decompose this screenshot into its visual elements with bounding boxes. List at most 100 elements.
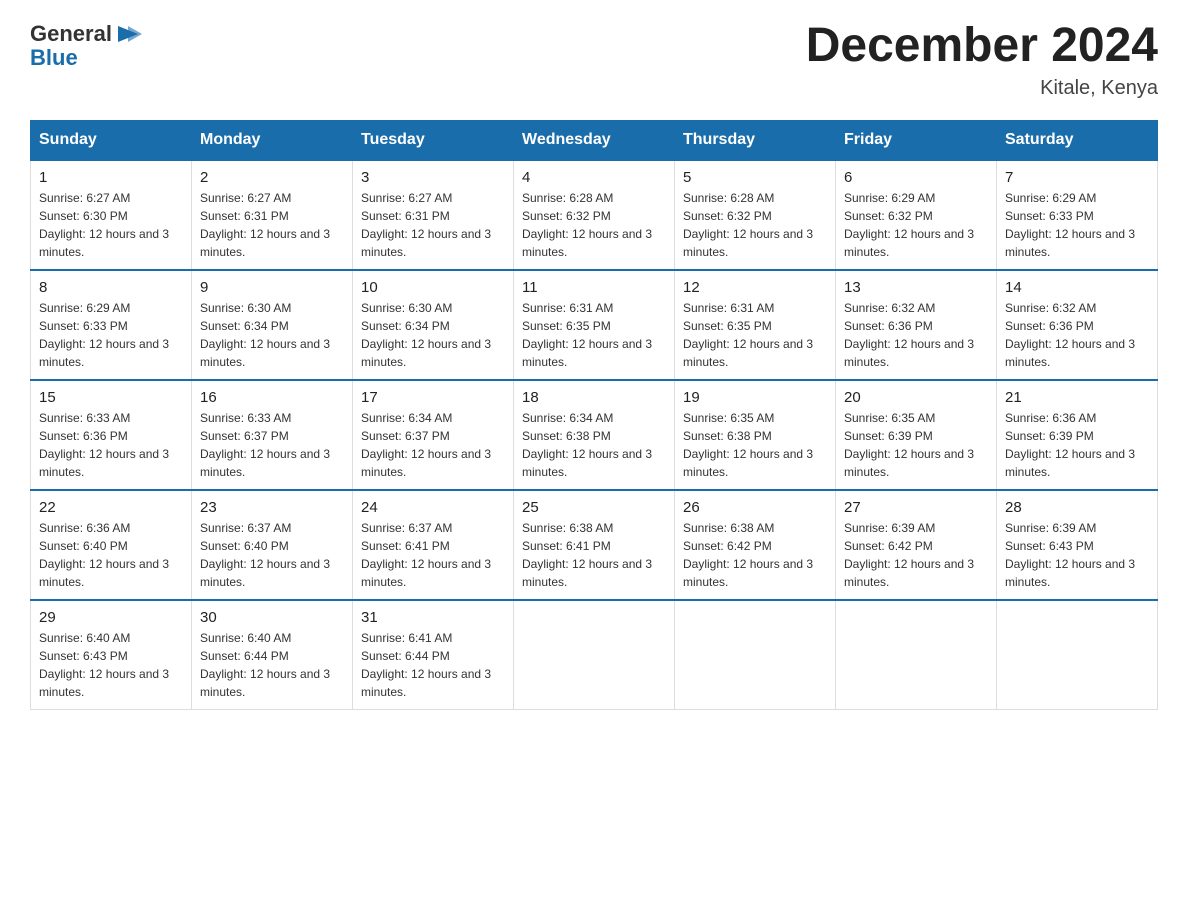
day-info: Sunrise: 6:39 AMSunset: 6:42 PMDaylight:… bbox=[844, 521, 974, 589]
calendar-cell bbox=[997, 600, 1158, 710]
weekday-header-wednesday: Wednesday bbox=[514, 120, 675, 160]
day-info: Sunrise: 6:40 AMSunset: 6:44 PMDaylight:… bbox=[200, 631, 330, 699]
calendar-month-year: December 2024 bbox=[806, 20, 1158, 73]
day-number: 27 bbox=[844, 499, 988, 516]
day-number: 24 bbox=[361, 499, 505, 516]
weekday-header-monday: Monday bbox=[192, 120, 353, 160]
day-number: 8 bbox=[39, 279, 183, 296]
day-info: Sunrise: 6:38 AMSunset: 6:42 PMDaylight:… bbox=[683, 521, 813, 589]
day-info: Sunrise: 6:31 AMSunset: 6:35 PMDaylight:… bbox=[522, 301, 652, 369]
weekday-header-tuesday: Tuesday bbox=[353, 120, 514, 160]
day-info: Sunrise: 6:35 AMSunset: 6:38 PMDaylight:… bbox=[683, 411, 813, 479]
day-info: Sunrise: 6:27 AMSunset: 6:31 PMDaylight:… bbox=[361, 191, 491, 259]
day-number: 9 bbox=[200, 279, 344, 296]
calendar-cell: 12 Sunrise: 6:31 AMSunset: 6:35 PMDaylig… bbox=[675, 270, 836, 380]
day-info: Sunrise: 6:39 AMSunset: 6:43 PMDaylight:… bbox=[1005, 521, 1135, 589]
calendar-title-area: December 2024 Kitale, Kenya bbox=[806, 20, 1158, 100]
logo-text-general: General bbox=[30, 22, 112, 46]
calendar-cell: 10 Sunrise: 6:30 AMSunset: 6:34 PMDaylig… bbox=[353, 270, 514, 380]
calendar-cell: 26 Sunrise: 6:38 AMSunset: 6:42 PMDaylig… bbox=[675, 490, 836, 600]
calendar-cell: 24 Sunrise: 6:37 AMSunset: 6:41 PMDaylig… bbox=[353, 490, 514, 600]
day-number: 19 bbox=[683, 389, 827, 406]
day-info: Sunrise: 6:36 AMSunset: 6:39 PMDaylight:… bbox=[1005, 411, 1135, 479]
calendar-cell: 20 Sunrise: 6:35 AMSunset: 6:39 PMDaylig… bbox=[836, 380, 997, 490]
day-info: Sunrise: 6:30 AMSunset: 6:34 PMDaylight:… bbox=[361, 301, 491, 369]
day-info: Sunrise: 6:29 AMSunset: 6:33 PMDaylight:… bbox=[39, 301, 169, 369]
day-number: 25 bbox=[522, 499, 666, 516]
week-row-1: 1 Sunrise: 6:27 AMSunset: 6:30 PMDayligh… bbox=[31, 160, 1158, 270]
day-number: 12 bbox=[683, 279, 827, 296]
day-info: Sunrise: 6:31 AMSunset: 6:35 PMDaylight:… bbox=[683, 301, 813, 369]
calendar-cell: 21 Sunrise: 6:36 AMSunset: 6:39 PMDaylig… bbox=[997, 380, 1158, 490]
day-info: Sunrise: 6:33 AMSunset: 6:36 PMDaylight:… bbox=[39, 411, 169, 479]
calendar-cell: 4 Sunrise: 6:28 AMSunset: 6:32 PMDayligh… bbox=[514, 160, 675, 270]
day-number: 10 bbox=[361, 279, 505, 296]
calendar-location: Kitale, Kenya bbox=[806, 77, 1158, 100]
day-info: Sunrise: 6:37 AMSunset: 6:41 PMDaylight:… bbox=[361, 521, 491, 589]
day-number: 16 bbox=[200, 389, 344, 406]
calendar-cell: 14 Sunrise: 6:32 AMSunset: 6:36 PMDaylig… bbox=[997, 270, 1158, 380]
calendar-cell: 5 Sunrise: 6:28 AMSunset: 6:32 PMDayligh… bbox=[675, 160, 836, 270]
weekday-header-row: SundayMondayTuesdayWednesdayThursdayFrid… bbox=[31, 120, 1158, 160]
calendar-cell: 30 Sunrise: 6:40 AMSunset: 6:44 PMDaylig… bbox=[192, 600, 353, 710]
day-number: 1 bbox=[39, 169, 183, 186]
day-number: 22 bbox=[39, 499, 183, 516]
week-row-2: 8 Sunrise: 6:29 AMSunset: 6:33 PMDayligh… bbox=[31, 270, 1158, 380]
day-number: 30 bbox=[200, 609, 344, 626]
day-number: 2 bbox=[200, 169, 344, 186]
day-info: Sunrise: 6:38 AMSunset: 6:41 PMDaylight:… bbox=[522, 521, 652, 589]
weekday-header-thursday: Thursday bbox=[675, 120, 836, 160]
day-number: 15 bbox=[39, 389, 183, 406]
calendar-cell: 17 Sunrise: 6:34 AMSunset: 6:37 PMDaylig… bbox=[353, 380, 514, 490]
day-number: 17 bbox=[361, 389, 505, 406]
day-info: Sunrise: 6:28 AMSunset: 6:32 PMDaylight:… bbox=[522, 191, 652, 259]
day-number: 26 bbox=[683, 499, 827, 516]
day-number: 13 bbox=[844, 279, 988, 296]
weekday-header-friday: Friday bbox=[836, 120, 997, 160]
day-number: 20 bbox=[844, 389, 988, 406]
day-number: 29 bbox=[39, 609, 183, 626]
day-info: Sunrise: 6:36 AMSunset: 6:40 PMDaylight:… bbox=[39, 521, 169, 589]
day-info: Sunrise: 6:34 AMSunset: 6:38 PMDaylight:… bbox=[522, 411, 652, 479]
day-info: Sunrise: 6:32 AMSunset: 6:36 PMDaylight:… bbox=[844, 301, 974, 369]
logo: General Blue bbox=[30, 20, 142, 70]
calendar-cell: 16 Sunrise: 6:33 AMSunset: 6:37 PMDaylig… bbox=[192, 380, 353, 490]
weekday-header-sunday: Sunday bbox=[31, 120, 192, 160]
day-info: Sunrise: 6:33 AMSunset: 6:37 PMDaylight:… bbox=[200, 411, 330, 479]
calendar-cell: 6 Sunrise: 6:29 AMSunset: 6:32 PMDayligh… bbox=[836, 160, 997, 270]
calendar-cell: 15 Sunrise: 6:33 AMSunset: 6:36 PMDaylig… bbox=[31, 380, 192, 490]
calendar-cell: 29 Sunrise: 6:40 AMSunset: 6:43 PMDaylig… bbox=[31, 600, 192, 710]
day-number: 7 bbox=[1005, 169, 1149, 186]
calendar-cell: 18 Sunrise: 6:34 AMSunset: 6:38 PMDaylig… bbox=[514, 380, 675, 490]
day-number: 28 bbox=[1005, 499, 1149, 516]
day-info: Sunrise: 6:29 AMSunset: 6:32 PMDaylight:… bbox=[844, 191, 974, 259]
day-number: 23 bbox=[200, 499, 344, 516]
day-info: Sunrise: 6:32 AMSunset: 6:36 PMDaylight:… bbox=[1005, 301, 1135, 369]
week-row-3: 15 Sunrise: 6:33 AMSunset: 6:36 PMDaylig… bbox=[31, 380, 1158, 490]
calendar-cell bbox=[514, 600, 675, 710]
day-info: Sunrise: 6:28 AMSunset: 6:32 PMDaylight:… bbox=[683, 191, 813, 259]
calendar-cell: 19 Sunrise: 6:35 AMSunset: 6:38 PMDaylig… bbox=[675, 380, 836, 490]
calendar-cell: 3 Sunrise: 6:27 AMSunset: 6:31 PMDayligh… bbox=[353, 160, 514, 270]
calendar-cell: 25 Sunrise: 6:38 AMSunset: 6:41 PMDaylig… bbox=[514, 490, 675, 600]
day-number: 11 bbox=[522, 279, 666, 296]
day-info: Sunrise: 6:35 AMSunset: 6:39 PMDaylight:… bbox=[844, 411, 974, 479]
day-info: Sunrise: 6:29 AMSunset: 6:33 PMDaylight:… bbox=[1005, 191, 1135, 259]
day-number: 6 bbox=[844, 169, 988, 186]
calendar-cell: 8 Sunrise: 6:29 AMSunset: 6:33 PMDayligh… bbox=[31, 270, 192, 380]
calendar-cell: 13 Sunrise: 6:32 AMSunset: 6:36 PMDaylig… bbox=[836, 270, 997, 380]
calendar-cell: 28 Sunrise: 6:39 AMSunset: 6:43 PMDaylig… bbox=[997, 490, 1158, 600]
day-number: 21 bbox=[1005, 389, 1149, 406]
day-info: Sunrise: 6:40 AMSunset: 6:43 PMDaylight:… bbox=[39, 631, 169, 699]
calendar-cell: 9 Sunrise: 6:30 AMSunset: 6:34 PMDayligh… bbox=[192, 270, 353, 380]
calendar-cell: 1 Sunrise: 6:27 AMSunset: 6:30 PMDayligh… bbox=[31, 160, 192, 270]
calendar-cell: 22 Sunrise: 6:36 AMSunset: 6:40 PMDaylig… bbox=[31, 490, 192, 600]
calendar-cell: 27 Sunrise: 6:39 AMSunset: 6:42 PMDaylig… bbox=[836, 490, 997, 600]
page-header: General Blue December 2024 Kitale, Kenya bbox=[30, 20, 1158, 100]
logo-text-blue: Blue bbox=[30, 46, 78, 70]
day-info: Sunrise: 6:34 AMSunset: 6:37 PMDaylight:… bbox=[361, 411, 491, 479]
logo-icon bbox=[114, 20, 142, 48]
calendar-cell: 23 Sunrise: 6:37 AMSunset: 6:40 PMDaylig… bbox=[192, 490, 353, 600]
day-info: Sunrise: 6:27 AMSunset: 6:31 PMDaylight:… bbox=[200, 191, 330, 259]
day-number: 31 bbox=[361, 609, 505, 626]
